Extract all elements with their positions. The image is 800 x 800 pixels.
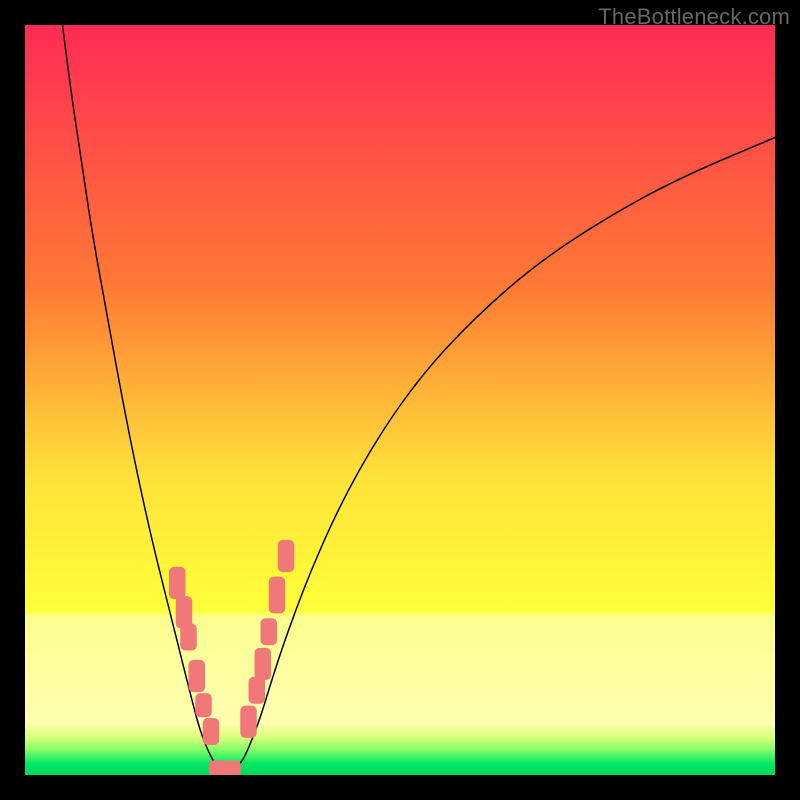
curve-marker <box>261 618 278 645</box>
curve-marker <box>180 624 197 651</box>
curve-marker <box>223 760 241 775</box>
curve-marker <box>169 567 186 599</box>
chart-frame: TheBottleneck.com <box>0 0 800 800</box>
curve-marker <box>195 693 212 717</box>
curve-marker <box>240 706 257 738</box>
bottleneck-chart <box>25 25 775 775</box>
curve-marker <box>255 648 272 680</box>
curve-marker <box>203 718 220 745</box>
curve-marker <box>278 540 295 572</box>
curve-marker <box>189 660 206 692</box>
plot-background <box>25 25 775 775</box>
curve-marker <box>269 577 286 614</box>
curve-marker <box>249 677 266 704</box>
